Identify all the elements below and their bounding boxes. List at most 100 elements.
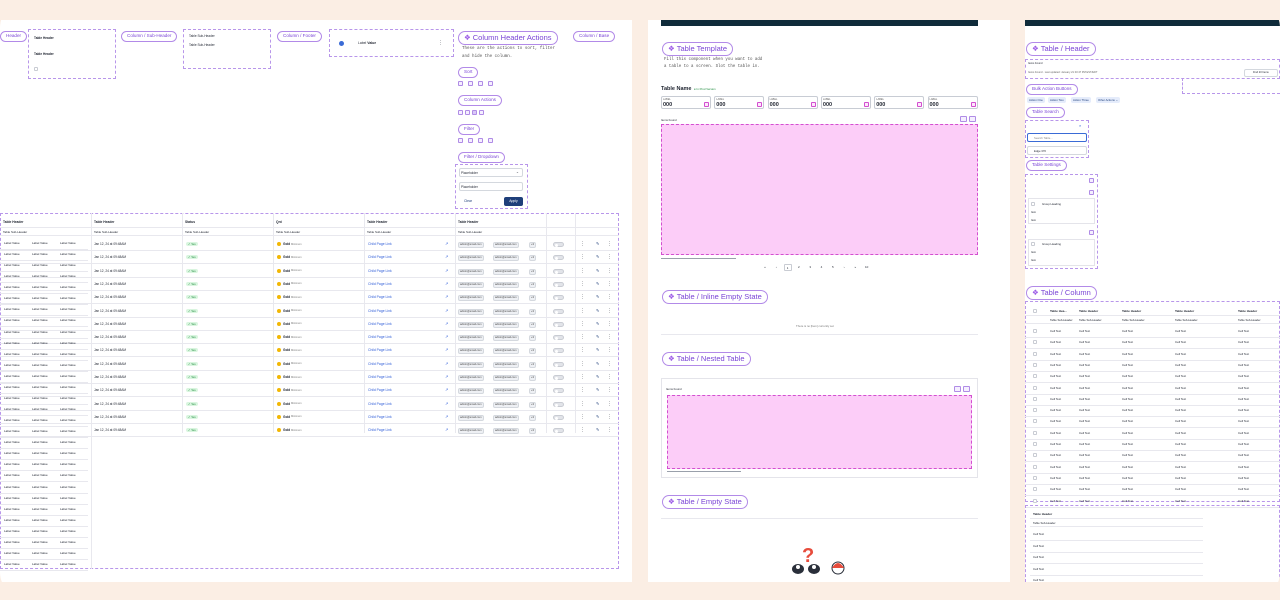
filter-active-icon[interactable] bbox=[468, 138, 473, 143]
row-kebab-icon[interactable]: ⋮ bbox=[580, 427, 585, 433]
edit-icon[interactable]: ✎ bbox=[596, 254, 599, 259]
row-toggle[interactable] bbox=[553, 255, 564, 261]
row-checkbox[interactable] bbox=[1033, 329, 1037, 333]
search-icon[interactable]: ⌕ bbox=[1079, 123, 1081, 128]
row-kebab-icon[interactable]: ⋮ bbox=[580, 308, 585, 314]
page-button[interactable]: 5 bbox=[829, 264, 837, 271]
row-toggle[interactable] bbox=[553, 242, 564, 247]
child-page-link[interactable]: Child Page Link bbox=[368, 415, 392, 419]
row-more-icon[interactable]: ⋮ bbox=[607, 374, 612, 380]
select-all-checkbox[interactable] bbox=[1033, 309, 1037, 313]
external-link-icon[interactable]: ↗ bbox=[445, 414, 448, 419]
row-kebab-icon[interactable]: ⋮ bbox=[580, 387, 585, 393]
edit-icon[interactable]: ✎ bbox=[596, 374, 599, 379]
external-link-icon[interactable]: ↗ bbox=[445, 294, 448, 299]
row-kebab-icon[interactable]: ⋮ bbox=[580, 321, 585, 327]
sort-asc-icon[interactable] bbox=[458, 81, 463, 86]
row-toggle[interactable] bbox=[553, 295, 564, 301]
settings-icon[interactable] bbox=[1089, 190, 1094, 195]
row-toggle[interactable] bbox=[553, 388, 564, 394]
nested-scrollbar[interactable] bbox=[667, 471, 741, 472]
filter-clear-icon[interactable] bbox=[488, 138, 493, 143]
row-checkbox[interactable] bbox=[1033, 396, 1037, 401]
scrollbar[interactable] bbox=[661, 258, 736, 259]
edit-icon[interactable]: ✎ bbox=[596, 308, 599, 313]
child-page-link[interactable]: Child Page Link bbox=[368, 428, 392, 432]
more-icon[interactable] bbox=[963, 386, 970, 392]
page-button[interactable]: › bbox=[840, 264, 848, 271]
row-checkbox[interactable] bbox=[1033, 442, 1037, 446]
row-toggle[interactable] bbox=[553, 414, 564, 420]
kebab-icon[interactable]: ⋮ bbox=[438, 40, 443, 46]
radio-icon[interactable] bbox=[339, 41, 344, 46]
page-button[interactable]: ‹ bbox=[772, 264, 780, 271]
row-more-icon[interactable]: ⋮ bbox=[607, 387, 612, 393]
row-more-icon[interactable]: ⋮ bbox=[607, 321, 612, 327]
row-checkbox[interactable] bbox=[1033, 374, 1037, 379]
edit-icon[interactable]: ✎ bbox=[596, 401, 599, 406]
row-kebab-icon[interactable]: ⋮ bbox=[580, 294, 585, 300]
sort-alpha-icon[interactable] bbox=[478, 81, 483, 86]
child-page-link[interactable]: Child Page Link bbox=[368, 242, 392, 246]
clear-button[interactable]: Clear bbox=[459, 197, 477, 206]
row-toggle[interactable] bbox=[553, 308, 564, 314]
edit-icon[interactable]: ✎ bbox=[596, 321, 599, 326]
edit-icon[interactable]: ✎ bbox=[596, 281, 599, 286]
external-link-icon[interactable]: ↗ bbox=[445, 308, 448, 313]
row-checkbox[interactable] bbox=[1033, 453, 1037, 458]
row-more-icon[interactable]: ⋮ bbox=[607, 361, 612, 367]
child-page-link[interactable]: Child Page Link bbox=[368, 335, 392, 339]
child-page-link[interactable]: Child Page Link bbox=[368, 375, 392, 379]
row-kebab-icon[interactable]: ⋮ bbox=[580, 268, 585, 274]
page-button[interactable]: 4 bbox=[818, 264, 826, 271]
row-more-icon[interactable]: ⋮ bbox=[607, 308, 612, 314]
bulk-action-button[interactable]: Other Actions ⌄ bbox=[1096, 97, 1120, 103]
row-kebab-icon[interactable]: ⋮ bbox=[580, 347, 585, 353]
row-more-icon[interactable]: ⋮ bbox=[607, 347, 612, 353]
column-action-icon[interactable] bbox=[479, 110, 484, 115]
external-link-icon[interactable]: ↗ bbox=[445, 241, 448, 246]
search-icon[interactable] bbox=[954, 386, 961, 392]
row-kebab-icon[interactable]: ⋮ bbox=[580, 334, 585, 340]
row-more-icon[interactable]: ⋮ bbox=[607, 254, 612, 260]
child-page-link[interactable]: Child Page Link bbox=[368, 402, 392, 406]
row-checkbox[interactable] bbox=[1033, 340, 1037, 345]
row-kebab-icon[interactable]: ⋮ bbox=[580, 254, 585, 260]
row-toggle[interactable] bbox=[553, 335, 564, 341]
row-toggle[interactable] bbox=[553, 401, 564, 407]
external-link-icon[interactable]: ↗ bbox=[445, 281, 448, 286]
header-checkbox[interactable] bbox=[34, 67, 38, 71]
external-link-icon[interactable]: ↗ bbox=[445, 321, 448, 326]
external-link-icon[interactable]: ↗ bbox=[445, 387, 448, 392]
row-more-icon[interactable]: ⋮ bbox=[607, 281, 612, 287]
row-checkbox[interactable] bbox=[1033, 475, 1037, 480]
edit-icon[interactable]: ✎ bbox=[596, 414, 599, 419]
page-button[interactable]: 2 bbox=[795, 264, 803, 271]
external-link-icon[interactable]: ↗ bbox=[445, 334, 448, 339]
child-page-link[interactable]: Child Page Link bbox=[368, 322, 392, 326]
filter-list-icon[interactable] bbox=[478, 138, 483, 143]
child-page-link[interactable]: Child Page Link bbox=[368, 269, 392, 273]
row-kebab-icon[interactable]: ⋮ bbox=[580, 401, 585, 407]
row-kebab-icon[interactable]: ⋮ bbox=[580, 374, 585, 380]
row-checkbox[interactable] bbox=[1033, 419, 1037, 424]
column-action-icon[interactable] bbox=[458, 110, 463, 115]
bulk-action-button[interactable]: Action Three bbox=[1071, 97, 1091, 103]
row-more-icon[interactable]: ⋮ bbox=[607, 401, 612, 407]
edit-icon[interactable]: ✎ bbox=[596, 361, 599, 366]
column-action-icon[interactable] bbox=[465, 110, 470, 115]
bulk-action-button[interactable]: Action Two bbox=[1048, 97, 1066, 103]
child-page-link[interactable]: Child Page Link bbox=[368, 295, 392, 299]
row-kebab-icon[interactable]: ⋮ bbox=[580, 414, 585, 420]
child-page-link[interactable]: Child Page Link bbox=[368, 282, 392, 286]
settings-icon[interactable] bbox=[1089, 230, 1094, 235]
row-checkbox[interactable] bbox=[1033, 487, 1037, 492]
row-checkbox[interactable] bbox=[1033, 385, 1037, 390]
edit-icon[interactable]: ✎ bbox=[596, 387, 599, 392]
page-button[interactable]: 10 bbox=[863, 264, 871, 271]
filter-icon[interactable] bbox=[458, 138, 463, 143]
sort-desc-icon[interactable] bbox=[468, 81, 473, 86]
row-toggle[interactable] bbox=[553, 281, 564, 287]
external-link-icon[interactable]: ↗ bbox=[445, 427, 448, 432]
apply-button[interactable]: Apply bbox=[504, 197, 523, 206]
